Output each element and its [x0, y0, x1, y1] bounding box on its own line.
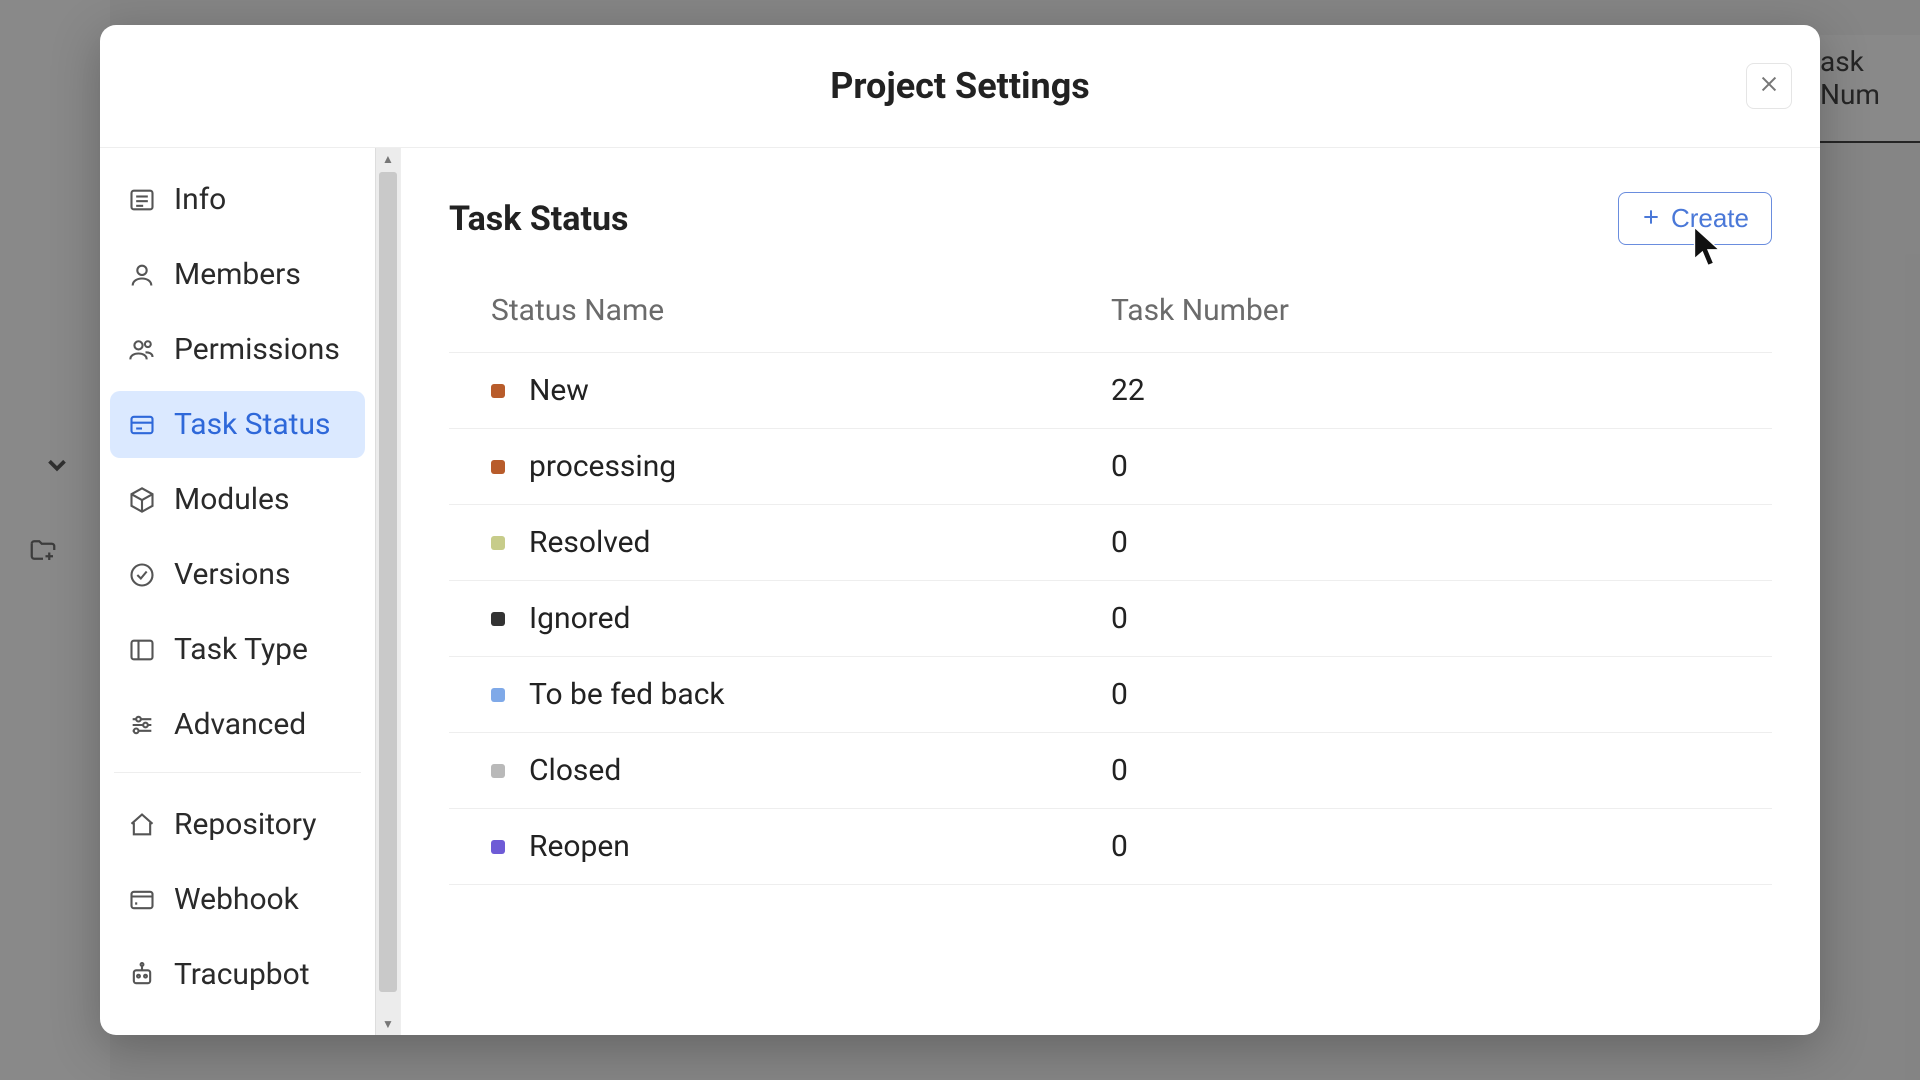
sidebar-item-label: Permissions [174, 332, 340, 367]
terminal-icon [128, 886, 156, 914]
status-name-label: To be fed back [529, 677, 725, 712]
sidebar-item-members[interactable]: Members [110, 241, 365, 308]
sidebar-item-label: Members [174, 257, 301, 292]
status-color-dot [491, 384, 505, 398]
scroll-down-arrow[interactable]: ▼ [376, 1013, 400, 1035]
status-count-cell: 0 [1111, 753, 1772, 788]
card-icon [128, 411, 156, 439]
sidebar-item-label: Repository [174, 807, 316, 842]
sidebar-item-label: Task Status [174, 407, 330, 442]
create-button[interactable]: Create [1618, 192, 1772, 245]
sidebar-item-label: Webhook [174, 882, 299, 917]
sidebar-item-info[interactable]: Info [110, 166, 365, 233]
status-name-cell: New [449, 373, 1111, 408]
status-name-cell: Resolved [449, 525, 1111, 560]
table-header-row: Status Name Task Number [449, 279, 1772, 353]
status-name-label: processing [529, 449, 676, 484]
content-title: Task Status [449, 199, 629, 239]
status-name-cell: Reopen [449, 829, 1111, 864]
sidebar-item-permissions[interactable]: Permissions [110, 316, 365, 383]
close-icon [1758, 73, 1780, 99]
status-color-dot [491, 460, 505, 474]
sidebar-item-label: Advanced [174, 707, 306, 742]
table-row[interactable]: processing 0 [449, 429, 1772, 505]
sidebar-item-label: Modules [174, 482, 289, 517]
status-name-cell: processing [449, 449, 1111, 484]
status-count-cell: 0 [1111, 601, 1772, 636]
content-pane: Task Status Create Status Name Task Numb… [401, 148, 1820, 1035]
status-color-dot [491, 612, 505, 626]
status-color-dot [491, 764, 505, 778]
project-settings-modal: Project Settings Info Members Permissions T… [100, 25, 1820, 1035]
sidebar-item-label: Tracupbot [174, 957, 310, 992]
sidebar-item-webhook[interactable]: Webhook [110, 866, 365, 933]
status-color-dot [491, 688, 505, 702]
status-count-cell: 22 [1111, 373, 1772, 408]
status-name-label: New [529, 373, 589, 408]
status-name-label: Resolved [529, 525, 650, 560]
status-count-cell: 0 [1111, 677, 1772, 712]
create-button-label: Create [1671, 203, 1749, 234]
cube-icon [128, 486, 156, 514]
status-color-dot [491, 536, 505, 550]
status-name-cell: To be fed back [449, 677, 1111, 712]
sidebar-item-task-status[interactable]: Task Status [110, 391, 365, 458]
sidebar-item-repository[interactable]: Repository [110, 791, 365, 858]
status-name-label: Ignored [529, 601, 630, 636]
table-row[interactable]: Resolved 0 [449, 505, 1772, 581]
status-table: Status Name Task Number New 22 processing 0… [449, 279, 1772, 885]
sidebar-item-task-type[interactable]: Task Type [110, 616, 365, 683]
users-icon [128, 336, 156, 364]
table-row[interactable]: To be fed back 0 [449, 657, 1772, 733]
sidebar: Info Members Permissions Task Status Modules… [100, 148, 401, 1035]
sidebar-item-label: Info [174, 182, 226, 217]
user-icon [128, 261, 156, 289]
scroll-thumb[interactable] [379, 172, 397, 992]
sidebar-item-modules[interactable]: Modules [110, 466, 365, 533]
table-row[interactable]: Closed 0 [449, 733, 1772, 809]
status-color-dot [491, 840, 505, 854]
status-count-cell: 0 [1111, 525, 1772, 560]
sidebar-item-versions[interactable]: Versions [110, 541, 365, 608]
sidebar-scrollbar[interactable]: ▲ ▼ [375, 148, 400, 1035]
modal-header: Project Settings [100, 25, 1820, 148]
sidebar-item-label: Task Type [174, 632, 308, 667]
column-header-name: Status Name [449, 293, 1111, 328]
status-name-label: Closed [529, 753, 621, 788]
status-name-cell: Closed [449, 753, 1111, 788]
sidebar-separator [114, 772, 361, 773]
plus-icon [1641, 203, 1661, 234]
scroll-up-arrow[interactable]: ▲ [376, 148, 400, 170]
status-name-label: Reopen [529, 829, 630, 864]
panel-icon [128, 636, 156, 664]
status-name-cell: Ignored [449, 601, 1111, 636]
sidebar-item-tracupbot[interactable]: Tracupbot [110, 941, 365, 1008]
status-count-cell: 0 [1111, 449, 1772, 484]
table-row[interactable]: Reopen 0 [449, 809, 1772, 885]
robot-icon [128, 961, 156, 989]
table-row[interactable]: New 22 [449, 353, 1772, 429]
sidebar-item-advanced[interactable]: Advanced [110, 691, 365, 758]
close-button[interactable] [1746, 63, 1792, 109]
home-icon [128, 811, 156, 839]
status-count-cell: 0 [1111, 829, 1772, 864]
list-icon [128, 186, 156, 214]
table-row[interactable]: Ignored 0 [449, 581, 1772, 657]
sliders-icon [128, 711, 156, 739]
column-header-count: Task Number [1111, 293, 1772, 328]
modal-title: Project Settings [830, 65, 1090, 107]
clock-check-icon [128, 561, 156, 589]
sidebar-item-label: Versions [174, 557, 290, 592]
